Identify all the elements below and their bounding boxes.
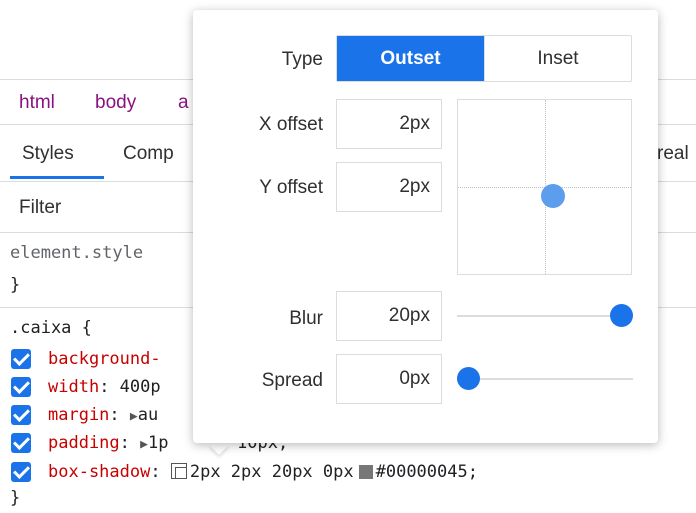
blur-label: Blur: [289, 308, 323, 329]
checkbox-margin[interactable]: [11, 405, 31, 425]
x-offset-input[interactable]: 2px: [336, 99, 442, 149]
y-offset-label: Y offset: [259, 177, 323, 198]
property-name: margin: [48, 405, 110, 425]
checkbox-box-shadow[interactable]: [11, 462, 31, 482]
declaration-box-shadow[interactable]: box-shadow: 2px 2px 20px 0px #00000045;: [48, 462, 478, 482]
breadcrumb-item-html[interactable]: html: [19, 92, 55, 114]
color-value[interactable]: #00000045;: [376, 462, 478, 482]
inset-button[interactable]: Inset: [484, 36, 631, 81]
outset-button[interactable]: Outset: [337, 36, 484, 81]
y-offset-input[interactable]: 2px: [336, 162, 442, 212]
color-swatch-icon[interactable]: [358, 465, 373, 479]
tab-computed[interactable]: Comp: [123, 143, 174, 165]
property-name: padding: [48, 433, 120, 453]
caixa-selector[interactable]: .caixa {: [10, 318, 92, 338]
checkbox-padding[interactable]: [11, 433, 31, 453]
element-style-close-brace: }: [10, 275, 21, 295]
blur-slider[interactable]: [457, 315, 633, 317]
property-name: box-shadow: [48, 462, 151, 482]
caixa-close-brace: }: [10, 488, 21, 508]
declaration-background[interactable]: background-: [48, 349, 161, 369]
property-name: width: [48, 377, 100, 397]
x-offset-label: X offset: [258, 114, 323, 135]
property-value[interactable]: 1p: [148, 433, 168, 453]
spread-label: Spread: [261, 370, 323, 391]
property-name: background-: [48, 349, 161, 369]
declaration-padding[interactable]: padding: ▶1p: [48, 433, 168, 453]
expand-triangle-icon[interactable]: ▶: [140, 437, 148, 452]
breadcrumb-item-body[interactable]: body: [95, 92, 136, 114]
element-style-selector[interactable]: element.style: [10, 243, 143, 263]
shadow-editor-icon[interactable]: [170, 463, 187, 479]
shadow-editor-popover: Type Outset Inset X offset 2px Y offset …: [193, 10, 658, 443]
type-label: Type: [281, 49, 323, 70]
active-tab-indicator: [10, 176, 104, 179]
property-value[interactable]: 2px 2px 20px 0px: [190, 462, 354, 482]
breadcrumb-item-a[interactable]: a: [178, 92, 189, 114]
filter-input[interactable]: Filter: [19, 197, 61, 219]
offset-handle[interactable]: [541, 184, 565, 208]
spread-slider[interactable]: [457, 378, 633, 380]
property-value[interactable]: au: [138, 405, 158, 425]
tab-overflow[interactable]: real: [657, 143, 689, 165]
checkbox-width[interactable]: [11, 377, 31, 397]
blur-slider-thumb[interactable]: [610, 304, 633, 327]
expand-triangle-icon[interactable]: ▶: [130, 409, 138, 424]
spread-input[interactable]: 0px: [336, 354, 442, 404]
declaration-width[interactable]: width: 400p: [48, 377, 161, 397]
blur-input[interactable]: 20px: [336, 291, 442, 341]
offset-2d-picker[interactable]: [457, 99, 632, 275]
spread-slider-thumb[interactable]: [457, 367, 480, 390]
checkbox-background[interactable]: [11, 349, 31, 369]
shadow-type-toggle: Outset Inset: [336, 35, 632, 82]
property-value[interactable]: 400p: [120, 377, 161, 397]
tab-styles[interactable]: Styles: [22, 143, 74, 165]
declaration-margin[interactable]: margin: ▶au: [48, 405, 158, 425]
